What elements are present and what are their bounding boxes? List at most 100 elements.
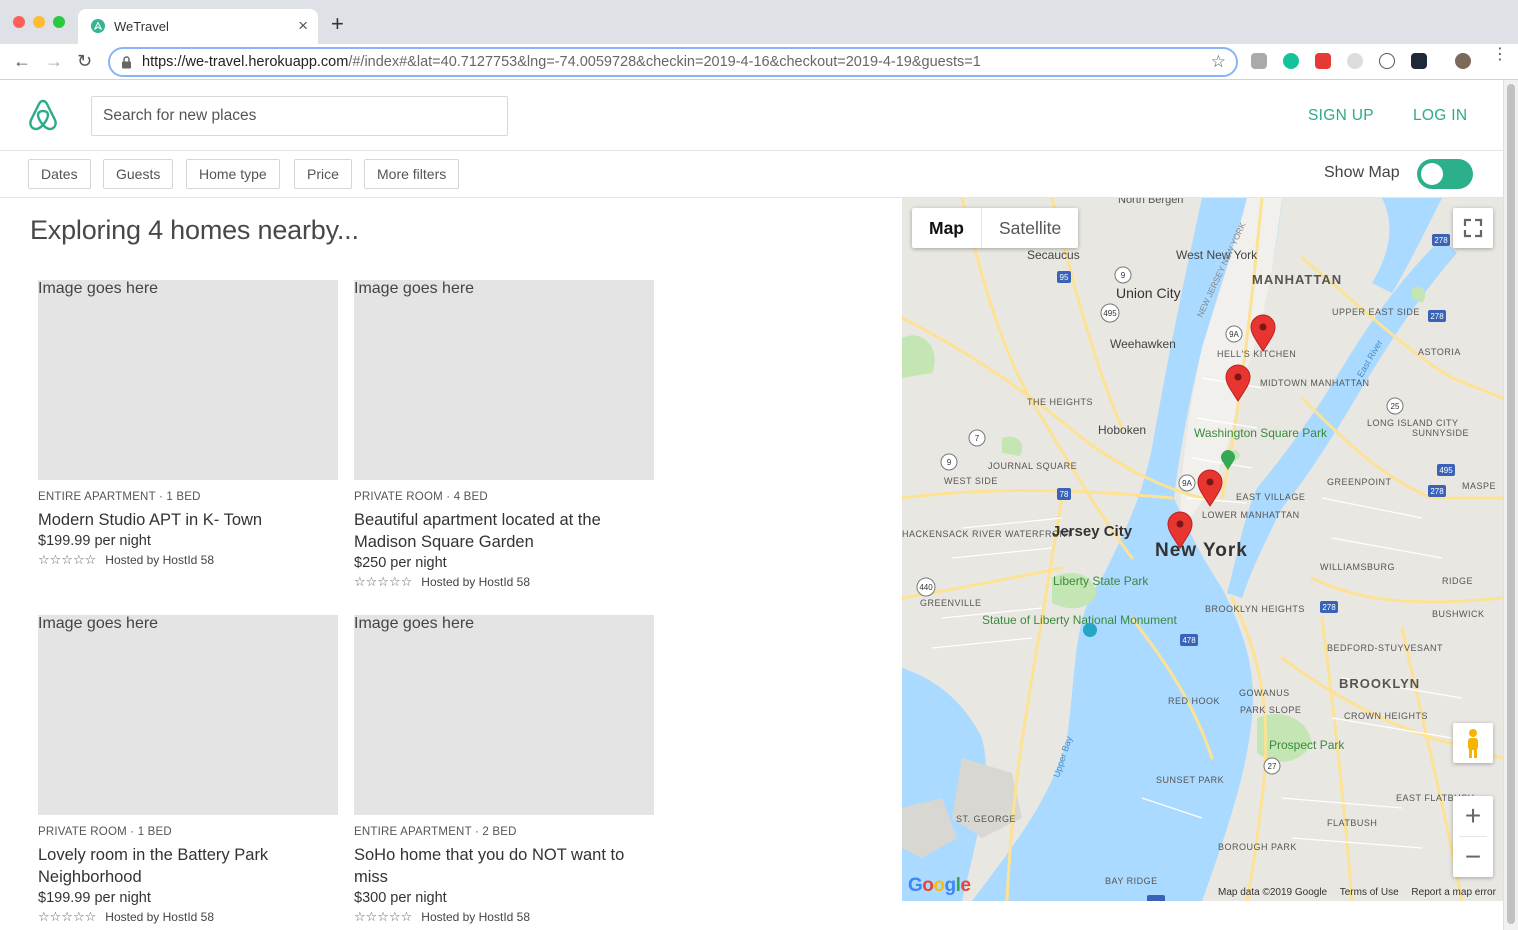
star-icon[interactable]: ☆ xyxy=(1211,52,1226,72)
more-filters-button[interactable]: More filters xyxy=(364,159,460,189)
svg-text:Union City: Union City xyxy=(1116,285,1181,301)
reload-icon[interactable]: ↻ xyxy=(77,51,92,71)
listing-image[interactable]: Image goes here xyxy=(38,280,338,480)
svg-text:Prospect Park: Prospect Park xyxy=(1269,738,1345,752)
show-map-label: Show Map xyxy=(1324,164,1400,181)
svg-text:HACKENSACK RIVER WATERFRONT: HACKENSACK RIVER WATERFRONT xyxy=(902,529,1073,539)
svg-text:BROOKLYN HEIGHTS: BROOKLYN HEIGHTS xyxy=(1205,604,1305,614)
svg-text:278: 278 xyxy=(1430,312,1444,321)
logo-icon[interactable] xyxy=(27,98,59,132)
listing-image[interactable]: Image goes here xyxy=(354,615,654,815)
listing-card[interactable]: Image goes here PRIVATE ROOM · 1 BED Lov… xyxy=(38,615,338,925)
new-tab-button[interactable]: + xyxy=(331,13,344,35)
tab-close-icon[interactable]: × xyxy=(298,16,308,36)
svg-text:Liberty State Park: Liberty State Park xyxy=(1053,574,1149,588)
listing-host: Hosted by HostId 58 xyxy=(105,553,215,567)
map-footer: Map data ©2019 Google Terms of Use Repor… xyxy=(1218,887,1503,898)
listing-type: PRIVATE ROOM · 4 BED xyxy=(354,491,488,503)
listing-price: $250 per night xyxy=(354,555,447,571)
listing-image[interactable]: Image goes here xyxy=(38,615,338,815)
listing-type: ENTIRE APARTMENT · 1 BED xyxy=(38,491,201,503)
listing-card[interactable]: Image goes here ENTIRE APARTMENT · 2 BED… xyxy=(354,615,654,925)
terms-of-use-link[interactable]: Terms of Use xyxy=(1340,887,1399,898)
listing-title[interactable]: Beautiful apartment located at the Madis… xyxy=(354,509,654,553)
svg-text:MANHATTAN: MANHATTAN xyxy=(1252,272,1342,287)
listing-price: $199.99 per night xyxy=(38,890,151,906)
satellite-view-button[interactable]: Satellite xyxy=(981,208,1078,248)
react-devtools-icon[interactable] xyxy=(1411,53,1427,69)
sign-up-link[interactable]: SIGN UP xyxy=(1308,107,1374,125)
filter-bar: Dates Guests Home type Price More filter… xyxy=(0,151,1503,198)
toggle-knob xyxy=(1421,163,1443,185)
scroll-thumb[interactable] xyxy=(1507,84,1515,924)
listing-type: PRIVATE ROOM · 1 BED xyxy=(38,826,172,838)
attraction-pin-icon xyxy=(1083,623,1097,637)
street-view-pegman-icon[interactable] xyxy=(1453,723,1493,763)
close-window-button[interactable] xyxy=(13,16,25,28)
menu-icon[interactable]: ⋮ xyxy=(1492,47,1508,63)
svg-text:440: 440 xyxy=(919,583,933,592)
browser-nav-bar: ← → ↻ https://we-travel.herokuapp.com/#/… xyxy=(0,44,1518,80)
listing-card[interactable]: Image goes here PRIVATE ROOM · 4 BED Bea… xyxy=(354,280,654,590)
svg-text:LOWER MANHATTAN: LOWER MANHATTAN xyxy=(1202,510,1300,520)
listing-title[interactable]: Lovely room in the Battery Park Neighbor… xyxy=(38,844,338,888)
zoom-in-button[interactable]: + xyxy=(1453,796,1493,836)
home-type-filter-button[interactable]: Home type xyxy=(186,159,280,189)
report-map-error-link[interactable]: Report a map error xyxy=(1411,887,1495,898)
listing-card[interactable]: Image goes here ENTIRE APARTMENT · 1 BED… xyxy=(38,280,338,568)
zoom-out-button[interactable]: − xyxy=(1453,837,1493,877)
listing-price: $199.99 per night xyxy=(38,533,151,549)
extension-icon[interactable] xyxy=(1379,53,1395,69)
page-scrollbar[interactable] xyxy=(1503,80,1518,930)
svg-text:95: 95 xyxy=(1060,273,1069,282)
svg-text:UPPER EAST SIDE: UPPER EAST SIDE xyxy=(1332,307,1420,317)
svg-text:SUNNYSIDE: SUNNYSIDE xyxy=(1412,428,1469,438)
svg-text:FLATBUSH: FLATBUSH xyxy=(1327,818,1377,828)
svg-text:GOWANUS: GOWANUS xyxy=(1239,688,1290,698)
svg-text:West New York: West New York xyxy=(1176,248,1258,262)
svg-text:WEST SIDE: WEST SIDE xyxy=(944,476,998,486)
svg-text:278: 278 xyxy=(1322,603,1336,612)
map-panel[interactable]: 9 495 9A 7 9 9A 25 440 27 95 78 278 278 … xyxy=(902,198,1503,901)
svg-text:78: 78 xyxy=(1060,490,1069,499)
favicon-icon xyxy=(91,19,105,33)
lock-icon xyxy=(122,56,131,69)
star-rating-icon: ☆☆☆☆☆ xyxy=(354,574,413,589)
svg-text:BOROUGH PARK: BOROUGH PARK xyxy=(1218,842,1297,852)
guests-filter-button[interactable]: Guests xyxy=(103,159,174,189)
svg-text:Secaucus: Secaucus xyxy=(1027,248,1080,262)
search-box[interactable] xyxy=(91,96,508,136)
search-input[interactable] xyxy=(92,97,507,135)
price-filter-button[interactable]: Price xyxy=(294,159,352,189)
star-rating-icon: ☆☆☆☆☆ xyxy=(38,909,97,924)
listing-image[interactable]: Image goes here xyxy=(354,280,654,480)
show-map-toggle[interactable] xyxy=(1417,159,1473,189)
dates-filter-button[interactable]: Dates xyxy=(28,159,91,189)
svg-text:BAY RIDGE: BAY RIDGE xyxy=(1105,876,1158,886)
map-view-button[interactable]: Map xyxy=(912,208,981,248)
log-in-link[interactable]: LOG IN xyxy=(1413,107,1467,125)
address-bar[interactable]: https://we-travel.herokuapp.com/#/index#… xyxy=(108,47,1238,77)
svg-text:JOURNAL SQUARE: JOURNAL SQUARE xyxy=(988,461,1077,471)
minimize-window-button[interactable] xyxy=(33,16,45,28)
fullscreen-icon[interactable] xyxy=(1453,208,1493,248)
google-logo[interactable]: Google xyxy=(908,875,971,897)
listing-host: Hosted by HostId 58 xyxy=(421,910,531,924)
listing-title[interactable]: SoHo home that you do NOT want to miss xyxy=(354,844,654,888)
youtube-icon[interactable] xyxy=(1315,53,1331,69)
maximize-window-button[interactable] xyxy=(53,16,65,28)
svg-text:North Bergen: North Bergen xyxy=(1118,198,1183,206)
profile-avatar[interactable] xyxy=(1455,53,1471,69)
svg-text:GREENVILLE: GREENVILLE xyxy=(920,598,982,608)
extension-icon[interactable] xyxy=(1251,53,1267,69)
listing-title[interactable]: Modern Studio APT in K- Town xyxy=(38,509,338,531)
svg-text:25: 25 xyxy=(1391,402,1400,411)
browser-tab[interactable]: WeTravel × xyxy=(78,9,318,44)
forward-arrow-icon[interactable]: → xyxy=(45,51,63,71)
svg-text:RIDGE: RIDGE xyxy=(1442,576,1473,586)
map-canvas[interactable]: 9 495 9A 7 9 9A 25 440 27 95 78 278 278 … xyxy=(902,198,1503,901)
back-arrow-icon[interactable]: ← xyxy=(13,51,31,71)
browser-tab-bar: WeTravel × + xyxy=(0,0,1518,44)
extension-icon[interactable] xyxy=(1347,53,1363,69)
grammarly-icon[interactable] xyxy=(1283,53,1299,69)
